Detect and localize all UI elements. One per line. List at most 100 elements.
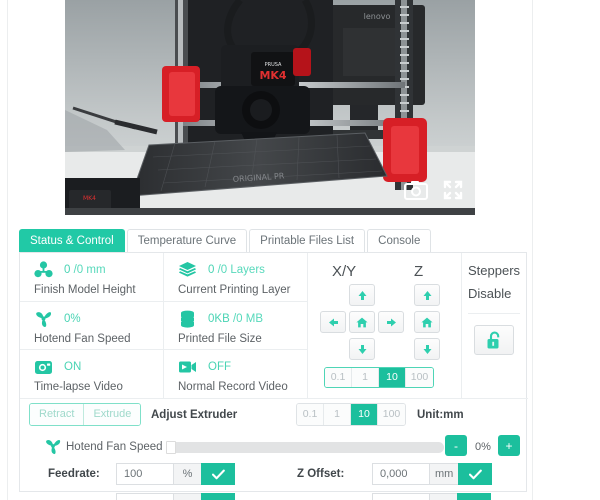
stat-value: 0KB /0 MB <box>208 312 263 325</box>
feedrate-label: Feedrate: <box>48 468 100 480</box>
tab-printable-files-list[interactable]: Printable Files List <box>249 229 366 252</box>
jog-z-header: Z <box>414 263 424 280</box>
stat-label: Time-lapse Video <box>34 381 123 393</box>
fullscreen-icon-glyph <box>443 180 463 200</box>
jog-step-10[interactable]: 10 <box>379 368 406 387</box>
stat-label: Hotend Fan Speed <box>34 333 131 345</box>
jog-y-minus-button[interactable] <box>349 338 375 360</box>
fan-speed-row: Hotend Fan Speed - 0% + <box>20 431 528 462</box>
extruder-row: Retract Extrude Adjust Extruder 0.1 1 10… <box>20 399 528 430</box>
steppers-section: Steppers Disable <box>462 253 528 398</box>
stat-current-printing-layer: 0 /0 Layers Current Printing Layer <box>164 253 307 301</box>
extruder-action-group: Retract Extrude <box>29 403 142 426</box>
fan-icon <box>34 309 56 329</box>
home-icon <box>356 317 368 327</box>
next-unit-left <box>173 493 201 500</box>
arrow-up-icon <box>423 290 431 300</box>
camera-icon-glyph <box>404 181 428 200</box>
jog-step-1[interactable]: 1 <box>352 368 379 387</box>
stat-time-lapse-video: ON Time-lapse Video <box>20 350 163 398</box>
jog-z-minus-button[interactable] <box>414 338 440 360</box>
fan-speed-label: Hotend Fan Speed <box>66 441 163 453</box>
jog-pad: X/Y Z 0.1 1 10 100 <box>308 253 461 398</box>
jog-xy-header: X/Y <box>332 263 357 280</box>
jog-x-plus-button[interactable] <box>378 311 404 333</box>
stat-label: Printed File Size <box>178 333 262 345</box>
camera-icon[interactable] <box>403 179 429 201</box>
feedrate-unit: % <box>173 463 201 485</box>
stat-hotend-fan-speed: 0% Hotend Fan Speed <box>20 302 163 350</box>
tab-temperature-curve[interactable]: Temperature Curve <box>126 229 248 252</box>
stat-value: ON <box>64 360 82 373</box>
next-confirm-right[interactable] <box>457 493 491 500</box>
jog-z-home-button[interactable] <box>414 311 440 333</box>
video-icon <box>178 357 200 377</box>
svg-text:PRUSA: PRUSA <box>265 62 282 68</box>
fan-icon <box>44 438 62 455</box>
extruder-step-100[interactable]: 100 <box>378 404 405 425</box>
tab-status-control[interactable]: Status & Control <box>19 229 125 252</box>
next-confirm-left[interactable] <box>201 493 235 500</box>
jog-z-plus-button[interactable] <box>414 284 440 306</box>
jog-y-plus-button[interactable] <box>349 284 375 306</box>
jog-step-0.1[interactable]: 0.1 <box>325 368 352 387</box>
unlock-icon <box>487 331 499 348</box>
check-icon <box>211 469 225 479</box>
page-right-rule <box>532 0 533 500</box>
feedrate-input[interactable]: 100 <box>116 463 173 485</box>
stat-label: Finish Model Height <box>34 284 136 296</box>
zoffset-input[interactable]: 0,000 <box>372 463 429 485</box>
extruder-step-10[interactable]: 10 <box>351 404 378 425</box>
camera-icon <box>34 357 56 377</box>
next-input-group-right <box>372 493 491 500</box>
fan-speed-slider[interactable] <box>166 441 444 454</box>
fullscreen-icon[interactable] <box>441 178 465 202</box>
next-input-right[interactable] <box>372 493 429 500</box>
arrow-left-icon <box>328 318 338 326</box>
check-icon <box>468 469 482 479</box>
stat-finish-model-height: 0 /0 mm Finish Model Height <box>20 253 163 301</box>
jog-step-100[interactable]: 100 <box>406 368 433 387</box>
tab-console[interactable]: Console <box>367 229 432 252</box>
feedrate-confirm-button[interactable] <box>201 463 235 485</box>
page-left-rule <box>7 0 8 500</box>
stat-value: 0 /0 mm <box>64 263 106 276</box>
svg-text:MK4: MK4 <box>259 69 286 82</box>
feedrate-zoffset-row: Feedrate: 100 % Z Offset: 0,000 mm <box>20 463 528 491</box>
zoffset-confirm-button[interactable] <box>458 463 493 485</box>
retract-button[interactable]: Retract <box>30 404 85 425</box>
jog-xy-home-button[interactable] <box>349 311 375 333</box>
webcam-stream[interactable]: lenovo PRUSA MK4 ORIGINAL PR MK4 <box>65 0 475 215</box>
svg-text:MK4: MK4 <box>83 195 96 202</box>
home-icon <box>421 317 433 327</box>
steppers-title-line1: Steppers <box>468 263 521 278</box>
zoffset-label: Z Offset: <box>297 468 345 480</box>
stat-label: Current Printing Layer <box>178 284 291 296</box>
next-settings-row-partial <box>20 493 528 500</box>
arrow-up-icon <box>358 290 366 300</box>
arrow-down-icon <box>358 344 366 354</box>
arrow-right-icon <box>386 318 396 326</box>
fan-speed-value: 0% <box>475 441 491 453</box>
fan-speed-increase-button[interactable]: + <box>498 435 520 456</box>
model-height-icon <box>34 260 56 280</box>
stat-normal-record-video: OFF Normal Record Video <box>164 350 307 398</box>
fan-speed-decrease-button[interactable]: - <box>445 435 467 456</box>
tab-bar: Status & Control Temperature Curve Print… <box>19 229 433 252</box>
extrude-button[interactable]: Extrude <box>84 404 141 425</box>
zoffset-input-group: 0,000 mm <box>372 463 493 485</box>
steppers-divider <box>468 313 520 314</box>
next-input-group-left <box>116 493 235 500</box>
next-unit-right <box>429 493 457 500</box>
extruder-step-0.1[interactable]: 0.1 <box>297 404 324 425</box>
next-input-left[interactable] <box>116 493 173 500</box>
extruder-step-1[interactable]: 1 <box>324 404 351 425</box>
arrow-down-icon <box>423 344 431 354</box>
jog-x-minus-button[interactable] <box>320 311 346 333</box>
status-grid: 0 /0 mm Finish Model Height 0 /0 Layers <box>20 253 307 398</box>
fan-speed-slider-handle[interactable] <box>166 441 176 454</box>
svg-text:lenovo: lenovo <box>364 12 391 21</box>
steppers-disable-button[interactable] <box>474 325 514 355</box>
stat-value: 0 /0 Layers <box>208 263 265 276</box>
layers-icon <box>178 260 200 280</box>
